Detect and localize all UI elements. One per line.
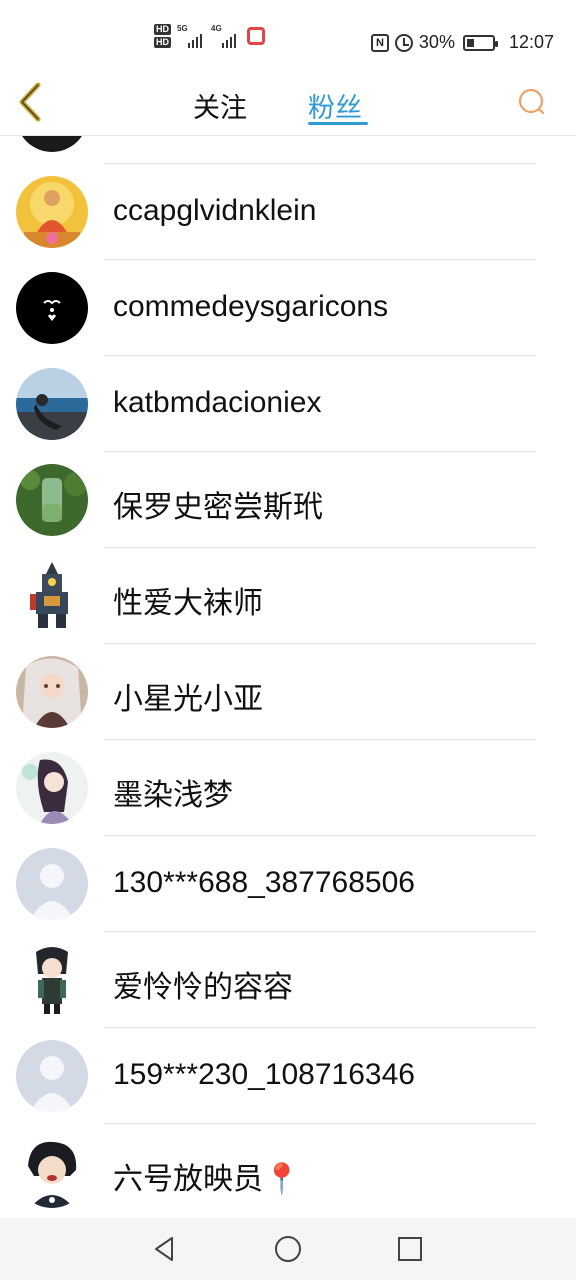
avatar (16, 176, 88, 248)
avatar (16, 272, 88, 344)
avatar (16, 368, 88, 440)
app-notification-icon (247, 27, 265, 45)
fan-row[interactable]: katbmdacioniex (0, 356, 576, 452)
avatar (16, 464, 88, 536)
fan-row[interactable]: 小星光小亚 (0, 644, 576, 740)
nav-recents-icon[interactable] (395, 1234, 425, 1264)
status-bar: HD HD 5G 4G N 30% 12:07 (0, 0, 576, 86)
status-right-icons: N 30% 12:07 (370, 32, 554, 53)
fan-row[interactable]: 保罗史密尝斯玳 (0, 452, 576, 548)
nav-back-icon[interactable] (150, 1234, 180, 1264)
fan-row[interactable] (0, 136, 576, 164)
avatar (16, 752, 88, 824)
fan-row[interactable]: 爱怜怜的容容 (0, 932, 576, 1028)
battery-icon (462, 34, 498, 51)
fan-row[interactable]: commedeysgaricons (0, 260, 576, 356)
nfc-icon: N (370, 33, 389, 52)
fan-name: 六号放映员📍 (113, 1163, 301, 1196)
top-nav-bar: 关注 粉丝 (0, 82, 576, 136)
avatar (16, 560, 88, 632)
fan-name: 墨染浅梦 (113, 779, 233, 812)
battery-percent: 30% (418, 32, 455, 52)
fan-row[interactable]: 墨染浅梦 (0, 740, 576, 836)
fan-name: 小星光小亚 (113, 683, 263, 716)
fan-name: 159***230_108716346 (113, 1058, 415, 1091)
nav-home-icon[interactable] (273, 1234, 303, 1264)
alarm-icon (394, 33, 413, 52)
fan-name: 爱怜怜的容容 (113, 971, 293, 1004)
fan-name: 130***688_387768506 (113, 866, 415, 899)
fan-name: 性爱大袜师 (113, 587, 263, 620)
tab-fans[interactable]: 粉丝 (308, 86, 362, 125)
avatar-default (16, 848, 88, 920)
avatar (16, 944, 88, 1016)
hd2-icon: HD (154, 37, 171, 48)
signal-5g-icon: 5G (177, 24, 205, 48)
signal-4g-icon: 4G (211, 24, 239, 48)
avatar (16, 136, 88, 152)
system-navigation-bar (0, 1218, 576, 1280)
avatar (16, 1136, 88, 1208)
fan-row[interactable]: 六号放映员📍 (0, 1124, 576, 1218)
clock: 12:07 (508, 32, 554, 52)
status-left-icons: HD HD 5G 4G (154, 24, 265, 48)
search-icon[interactable] (518, 88, 546, 116)
fans-list: ccapglvidnklein commedeysgaricons katbmd… (0, 136, 576, 1218)
avatar (16, 656, 88, 728)
fan-row[interactable]: 性爱大袜师 (0, 548, 576, 644)
fan-name: commedeysgaricons (113, 290, 389, 323)
fan-row[interactable]: ccapglvidnklein (0, 164, 576, 260)
back-arrow-icon[interactable] (14, 82, 50, 122)
avatar-default (16, 1040, 88, 1112)
active-tab-indicator (308, 122, 368, 125)
tab-following[interactable]: 关注 (193, 86, 247, 125)
fan-name: 保罗史密尝斯玳 (113, 491, 323, 524)
fan-name: ccapglvidnklein (113, 194, 317, 227)
fan-row[interactable]: 159***230_108716346 (0, 1028, 576, 1124)
fan-row[interactable]: 130***688_387768506 (0, 836, 576, 932)
hd1-icon: HD (154, 24, 171, 35)
fan-name: katbmdacioniex (113, 386, 322, 419)
